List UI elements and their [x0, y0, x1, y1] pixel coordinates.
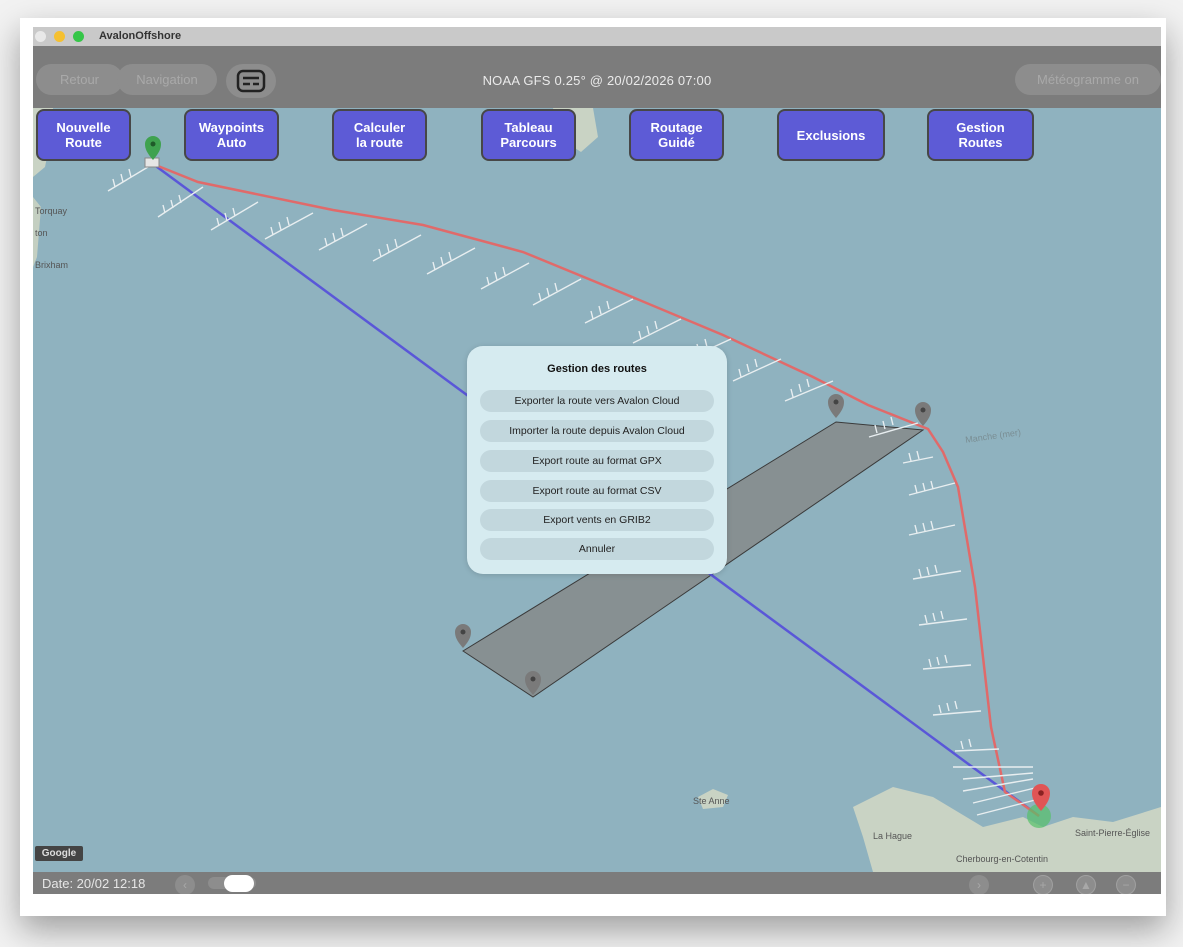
route-table-label: Tableau Parcours	[500, 120, 557, 150]
map-label-cherbourg: Cherbourg-en-Cotentin	[956, 854, 1049, 864]
map-label-la-hague: La Hague	[873, 831, 913, 841]
calculate-route-button[interactable]: Calculer la route	[332, 109, 427, 161]
app-window: AvalonOffshore Retour Navigation NOAA GF…	[33, 27, 1161, 894]
zone-pin-icon[interactable]	[828, 394, 844, 418]
chevron-right-icon: ›	[977, 878, 981, 892]
bottom-bar: Date: 20/02 12:18 ‹ › + ▲ −	[33, 872, 1161, 894]
map-label-brixham: Brixham	[35, 260, 69, 270]
time-slider-knob[interactable]	[224, 875, 254, 892]
cancel-button[interactable]: Annuler	[480, 538, 714, 560]
start-marker[interactable]	[144, 157, 160, 168]
zone-pin-icon[interactable]	[915, 402, 931, 426]
zone-pin-icon[interactable]	[455, 624, 471, 648]
route-management-dialog: Gestion des routes Exporter la route ver…	[467, 346, 727, 574]
title-bar: AvalonOffshore	[33, 27, 1161, 46]
manage-routes-label: Gestion Routes	[956, 120, 1005, 150]
close-window-button[interactable]	[35, 31, 46, 42]
export-gpx-button[interactable]: Export route au format GPX	[480, 450, 714, 472]
minimize-window-button[interactable]	[54, 31, 65, 42]
zoom-in-button[interactable]: +	[1033, 875, 1053, 894]
top-toolbar: Retour Navigation NOAA GFS 0.25° @ 20/02…	[33, 46, 1161, 108]
previous-time-button[interactable]: ‹	[175, 875, 195, 894]
guided-routing-button[interactable]: Routage Guidé	[629, 109, 724, 161]
manage-routes-button[interactable]: Gestion Routes	[927, 109, 1034, 161]
dialog-title: Gestion des routes	[547, 363, 647, 375]
meteogram-toggle-button[interactable]: Météogramme on	[1015, 64, 1161, 95]
app-title: AvalonOffshore	[99, 30, 182, 42]
next-time-button[interactable]: ›	[969, 875, 989, 894]
sailboat-icon: ▲	[1080, 878, 1092, 892]
route-table-button[interactable]: Tableau Parcours	[481, 109, 576, 161]
map-label-torquay: Torquay	[35, 206, 68, 216]
zoom-out-icon: −	[1122, 878, 1130, 892]
guided-routing-label: Routage Guidé	[650, 120, 703, 150]
new-route-button[interactable]: Nouvelle Route	[36, 109, 131, 161]
new-route-label: Nouvelle Route	[56, 120, 111, 150]
boat-center-button[interactable]: ▲	[1076, 875, 1096, 894]
calculate-route-label: Calculer la route	[353, 120, 406, 150]
export-grib2-button[interactable]: Export vents en GRIB2	[480, 509, 714, 531]
chevron-left-icon: ‹	[183, 878, 187, 892]
zoom-out-button[interactable]: −	[1116, 875, 1136, 894]
maximize-window-button[interactable]	[73, 31, 84, 42]
grib-source-title: NOAA GFS 0.25° @ 20/02/2026 07:00	[482, 73, 712, 88]
date-label: Date: 20/02 12:18	[42, 876, 146, 891]
export-csv-button[interactable]: Export route au format CSV	[480, 480, 714, 502]
export-cloud-button[interactable]: Exporter la route vers Avalon Cloud	[480, 390, 714, 412]
auto-waypoints-label: Waypoints Auto	[198, 120, 265, 150]
import-cloud-button[interactable]: Importer la route depuis Avalon Cloud	[480, 420, 714, 442]
google-logo: Google	[35, 846, 83, 861]
auto-waypoints-button[interactable]: Waypoints Auto	[184, 109, 279, 161]
map-label-ste-anne: Ste Anne	[693, 796, 730, 806]
map-label-ton: ton	[35, 228, 48, 238]
zoom-in-icon: +	[1039, 878, 1047, 892]
exclusions-button[interactable]: Exclusions	[777, 109, 885, 161]
start-pin-icon[interactable]	[145, 136, 161, 160]
map-label-saint-pierre: Saint-Pierre-Église	[1075, 828, 1151, 838]
exclusions-label: Exclusions	[796, 127, 866, 143]
